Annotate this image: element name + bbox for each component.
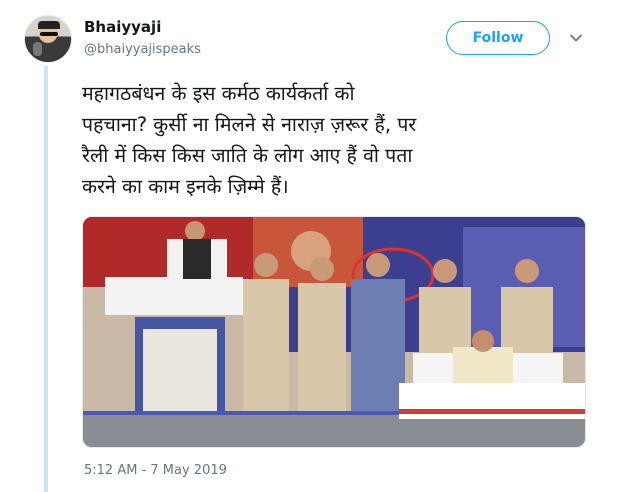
tweet-text-line: करने का काम इनके ज़िम्मे हैं। — [82, 175, 289, 198]
display-name[interactable]: Bhaiyyaji — [84, 18, 161, 36]
avatar-microphone — [33, 42, 42, 56]
tweet-text-line: रैली में किस किस जाति के लोग आए हैं वो प… — [82, 144, 413, 167]
tweet-photo[interactable] — [82, 216, 586, 448]
tweet-timestamp[interactable]: 5:12 AM - 7 May 2019 — [84, 463, 227, 478]
tweet-text-line: महागठबंधन के इस कर्मठ कार्यकर्ता को — [82, 82, 355, 105]
thread-connector-line — [44, 66, 48, 492]
chevron-down-icon[interactable] — [569, 31, 583, 45]
tweet-text: महागठबंधन के इस कर्मठ कार्यकर्ता को पहचा… — [82, 78, 602, 202]
follow-button[interactable]: Follow — [446, 21, 550, 55]
avatar-glasses — [40, 32, 58, 36]
avatar[interactable] — [24, 15, 72, 63]
avatar-hat — [38, 21, 60, 29]
user-handle[interactable]: @bhaiyyajispeaks — [84, 42, 201, 57]
tweet-text-line: पहचाना? कुर्सी ना मिलने से नाराज़ ज़रूर … — [82, 113, 417, 136]
rally-stage-photo — [83, 217, 585, 447]
